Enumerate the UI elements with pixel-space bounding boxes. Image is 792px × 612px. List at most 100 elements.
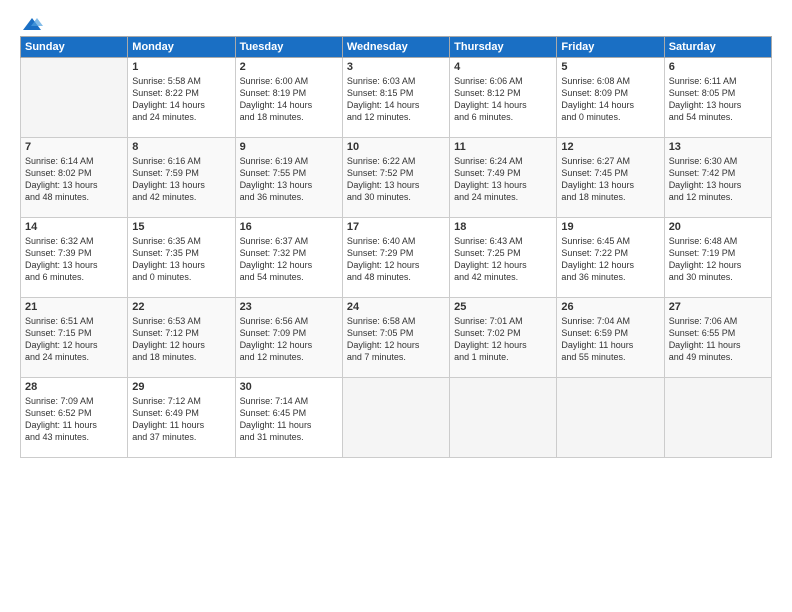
logo-icon [21,16,43,32]
cell-content: Sunrise: 6:16 AM Sunset: 7:59 PM Dayligh… [132,155,230,204]
cell-content: Sunrise: 6:27 AM Sunset: 7:45 PM Dayligh… [561,155,659,204]
day-number: 19 [561,221,659,233]
calendar-cell [342,378,449,458]
day-number: 8 [132,141,230,153]
day-number: 6 [669,61,767,73]
cell-content: Sunrise: 6:30 AM Sunset: 7:42 PM Dayligh… [669,155,767,204]
weekday-header: Friday [557,37,664,58]
calendar-cell: 6 Sunrise: 6:11 AM Sunset: 8:05 PM Daylig… [664,58,771,138]
cell-content: Sunrise: 6:11 AM Sunset: 8:05 PM Dayligh… [669,75,767,124]
calendar-cell: 17Sunrise: 6:40 AM Sunset: 7:29 PM Dayli… [342,218,449,298]
weekday-header: Saturday [664,37,771,58]
calendar-cell: 16 Sunrise: 6:37 AM Sunset: 7:32 PM Dayli… [235,218,342,298]
calendar-week-row: 7Sunrise: 6:14 AM Sunset: 8:02 PM Daylig… [21,138,772,218]
cell-content: Sunrise: 6:03 AM Sunset: 8:15 PM Dayligh… [347,75,445,124]
calendar-cell: 30Sunrise: 7:14 AM Sunset: 6:45 PM Dayli… [235,378,342,458]
calendar-cell: 19 Sunrise: 6:45 AM Sunset: 7:22 PM Dayli… [557,218,664,298]
logo [20,16,44,28]
calendar-cell: 1 Sunrise: 5:58 AM Sunset: 8:22 PM Daylig… [128,58,235,138]
day-number: 24 [347,301,445,313]
calendar-cell: 5 Sunrise: 6:08 AM Sunset: 8:09 PM Daylig… [557,58,664,138]
weekday-header: Tuesday [235,37,342,58]
cell-content: Sunrise: 6:37 AM Sunset: 7:32 PM Dayligh… [240,235,338,284]
calendar-cell: 28 Sunrise: 7:09 AM Sunset: 6:52 PM Dayli… [21,378,128,458]
day-number: 18 [454,221,552,233]
calendar-cell: 9Sunrise: 6:19 AM Sunset: 7:55 PM Daylig… [235,138,342,218]
weekday-header: Monday [128,37,235,58]
day-number: 26 [561,301,659,313]
calendar-cell: 12 Sunrise: 6:27 AM Sunset: 7:45 PM Dayli… [557,138,664,218]
cell-content: Sunrise: 7:06 AM Sunset: 6:55 PM Dayligh… [669,315,767,364]
cell-content: Sunrise: 6:51 AM Sunset: 7:15 PM Dayligh… [25,315,123,364]
cell-content: Sunrise: 6:45 AM Sunset: 7:22 PM Dayligh… [561,235,659,284]
day-number: 29 [132,381,230,393]
calendar-cell: 27 Sunrise: 7:06 AM Sunset: 6:55 PM Dayli… [664,298,771,378]
day-number: 4 [454,61,552,73]
cell-content: Sunrise: 7:09 AM Sunset: 6:52 PM Dayligh… [25,395,123,444]
cell-content: Sunrise: 7:01 AM Sunset: 7:02 PM Dayligh… [454,315,552,364]
calendar-cell: 13 Sunrise: 6:30 AM Sunset: 7:42 PM Dayli… [664,138,771,218]
day-number: 30 [240,381,338,393]
day-number: 15 [132,221,230,233]
calendar-cell [664,378,771,458]
calendar-cell: 15 Sunrise: 6:35 AM Sunset: 7:35 PM Dayli… [128,218,235,298]
day-number: 23 [240,301,338,313]
day-number: 1 [132,61,230,73]
calendar-cell: 21Sunrise: 6:51 AM Sunset: 7:15 PM Dayli… [21,298,128,378]
calendar-cell: 10 Sunrise: 6:22 AM Sunset: 7:52 PM Dayli… [342,138,449,218]
cell-content: Sunrise: 6:08 AM Sunset: 8:09 PM Dayligh… [561,75,659,124]
cell-content: Sunrise: 5:58 AM Sunset: 8:22 PM Dayligh… [132,75,230,124]
header [20,16,772,28]
calendar-cell: 20 Sunrise: 6:48 AM Sunset: 7:19 PM Dayli… [664,218,771,298]
cell-content: Sunrise: 7:04 AM Sunset: 6:59 PM Dayligh… [561,315,659,364]
cell-content: Sunrise: 6:35 AM Sunset: 7:35 PM Dayligh… [132,235,230,284]
day-number: 7 [25,141,123,153]
cell-content: Sunrise: 6:43 AM Sunset: 7:25 PM Dayligh… [454,235,552,284]
calendar-cell: 24 Sunrise: 6:58 AM Sunset: 7:05 PM Dayli… [342,298,449,378]
calendar-week-row: 21Sunrise: 6:51 AM Sunset: 7:15 PM Dayli… [21,298,772,378]
cell-content: Sunrise: 6:58 AM Sunset: 7:05 PM Dayligh… [347,315,445,364]
day-number: 16 [240,221,338,233]
calendar-week-row: 1 Sunrise: 5:58 AM Sunset: 8:22 PM Daylig… [21,58,772,138]
day-number: 28 [25,381,123,393]
calendar-cell [450,378,557,458]
calendar-table: SundayMondayTuesdayWednesdayThursdayFrid… [20,36,772,458]
day-number: 11 [454,141,552,153]
header-row: SundayMondayTuesdayWednesdayThursdayFrid… [21,37,772,58]
calendar-cell: 3 Sunrise: 6:03 AM Sunset: 8:15 PM Daylig… [342,58,449,138]
day-number: 20 [669,221,767,233]
day-number: 13 [669,141,767,153]
weekday-header: Thursday [450,37,557,58]
cell-content: Sunrise: 6:48 AM Sunset: 7:19 PM Dayligh… [669,235,767,284]
calendar-cell: 8 Sunrise: 6:16 AM Sunset: 7:59 PM Daylig… [128,138,235,218]
page: SundayMondayTuesdayWednesdayThursdayFrid… [0,0,792,612]
calendar-cell: 7Sunrise: 6:14 AM Sunset: 8:02 PM Daylig… [21,138,128,218]
day-number: 3 [347,61,445,73]
cell-content: Sunrise: 6:22 AM Sunset: 7:52 PM Dayligh… [347,155,445,204]
cell-content: Sunrise: 6:40 AM Sunset: 7:29 PM Dayligh… [347,235,445,284]
day-number: 2 [240,61,338,73]
day-number: 14 [25,221,123,233]
calendar-cell: 29 Sunrise: 7:12 AM Sunset: 6:49 PM Dayli… [128,378,235,458]
calendar-cell: 14 Sunrise: 6:32 AM Sunset: 7:39 PM Dayli… [21,218,128,298]
calendar-cell: 2 Sunrise: 6:00 AM Sunset: 8:19 PM Daylig… [235,58,342,138]
calendar-week-row: 14 Sunrise: 6:32 AM Sunset: 7:39 PM Dayli… [21,218,772,298]
cell-content: Sunrise: 6:56 AM Sunset: 7:09 PM Dayligh… [240,315,338,364]
day-number: 9 [240,141,338,153]
cell-content: Sunrise: 6:06 AM Sunset: 8:12 PM Dayligh… [454,75,552,124]
weekday-header: Wednesday [342,37,449,58]
day-number: 5 [561,61,659,73]
cell-content: Sunrise: 6:00 AM Sunset: 8:19 PM Dayligh… [240,75,338,124]
day-number: 27 [669,301,767,313]
cell-content: Sunrise: 6:32 AM Sunset: 7:39 PM Dayligh… [25,235,123,284]
calendar-cell: 25Sunrise: 7:01 AM Sunset: 7:02 PM Dayli… [450,298,557,378]
cell-content: Sunrise: 7:12 AM Sunset: 6:49 PM Dayligh… [132,395,230,444]
day-number: 12 [561,141,659,153]
calendar-cell: 11 Sunrise: 6:24 AM Sunset: 7:49 PM Dayli… [450,138,557,218]
weekday-header: Sunday [21,37,128,58]
calendar-cell [21,58,128,138]
day-number: 22 [132,301,230,313]
cell-content: Sunrise: 6:24 AM Sunset: 7:49 PM Dayligh… [454,155,552,204]
day-number: 10 [347,141,445,153]
calendar-cell: 23 Sunrise: 6:56 AM Sunset: 7:09 PM Dayli… [235,298,342,378]
